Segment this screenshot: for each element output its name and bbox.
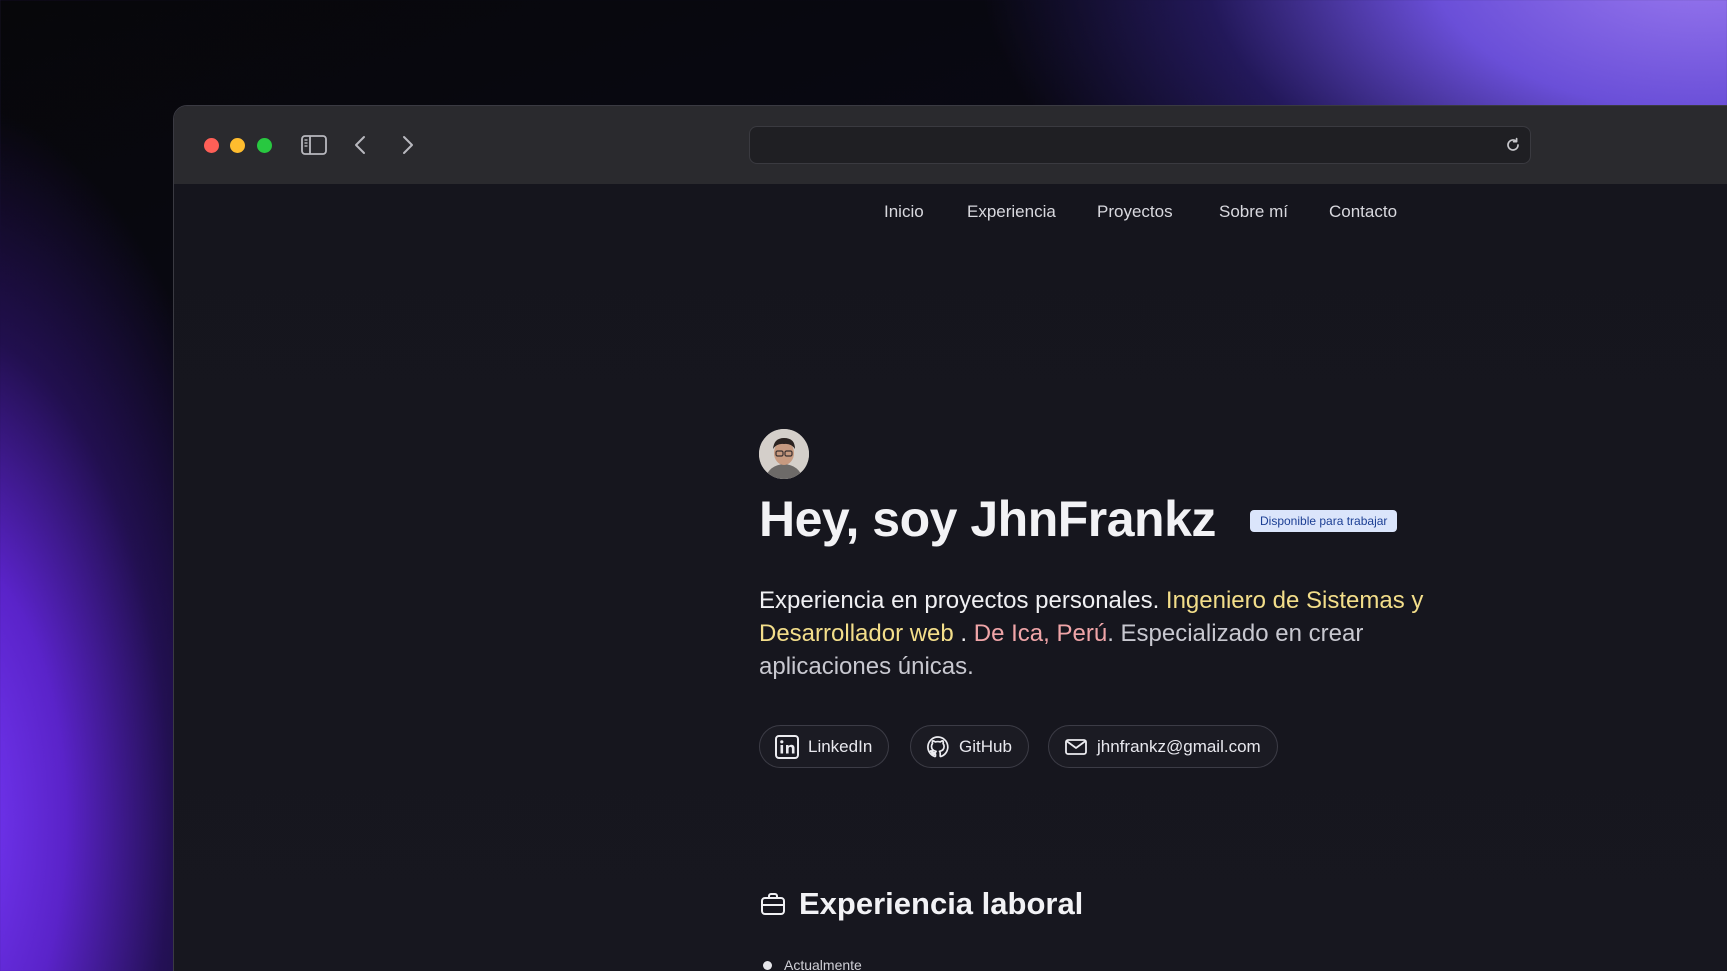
page-content: Inicio Experiencia Proyectos Sobre mí Co… <box>174 184 1727 971</box>
timeline-dot <box>763 960 772 970</box>
nav-item-experiencia[interactable]: Experiencia <box>967 202 1056 222</box>
bio-separator: . <box>953 620 968 647</box>
linkedin-icon <box>774 734 800 760</box>
briefcase-icon <box>759 889 789 919</box>
linkedin-button[interactable]: LinkedIn <box>759 725 890 768</box>
nav-item-proyectos[interactable]: Proyectos <box>1097 202 1173 222</box>
github-label: GitHub <box>959 736 1012 756</box>
github-icon <box>925 734 951 760</box>
bio-text: Experiencia en proyectos personales. Ing… <box>759 584 1494 683</box>
mail-icon <box>1063 734 1089 760</box>
address-bar[interactable] <box>749 126 1531 164</box>
page-title: Hey, soy JhnFrankz <box>759 491 1216 547</box>
nav-item-sobre-mi[interactable]: Sobre mí <box>1219 202 1288 222</box>
status-badge: Disponible para trabajar <box>1250 510 1398 532</box>
avatar <box>759 429 809 479</box>
nav-item-contacto[interactable]: Contacto <box>1329 202 1397 222</box>
bio-place-highlight: De Ica, Perú <box>973 620 1108 647</box>
nav-item-inicio[interactable]: Inicio <box>884 202 924 222</box>
linkedin-label: LinkedIn <box>808 736 873 756</box>
browser-titlebar <box>174 106 1727 184</box>
close-window-button[interactable] <box>204 138 219 153</box>
bio-intro: Experiencia en proyectos personales. <box>759 587 1160 614</box>
timeline-item: Actualmente <box>759 957 862 971</box>
minimize-window-button[interactable] <box>230 138 245 153</box>
experience-title-text: Experiencia laboral <box>799 886 1084 921</box>
maximize-window-button[interactable] <box>257 138 272 153</box>
experience-section-title: Experiencia laboral <box>759 886 1083 922</box>
reload-icon[interactable] <box>1504 136 1522 154</box>
chevron-left-icon[interactable] <box>346 132 374 158</box>
github-button[interactable]: GitHub <box>910 725 1029 768</box>
sidebar-toggle-icon[interactable] <box>300 132 328 158</box>
chevron-right-icon[interactable] <box>394 132 422 158</box>
timeline-date: Actualmente <box>784 957 862 971</box>
browser-window: Inicio Experiencia Proyectos Sobre mí Co… <box>173 105 1727 971</box>
email-label: jhnfrankz@gmail.com <box>1097 736 1261 756</box>
email-button[interactable]: jhnfrankz@gmail.com <box>1048 725 1278 768</box>
